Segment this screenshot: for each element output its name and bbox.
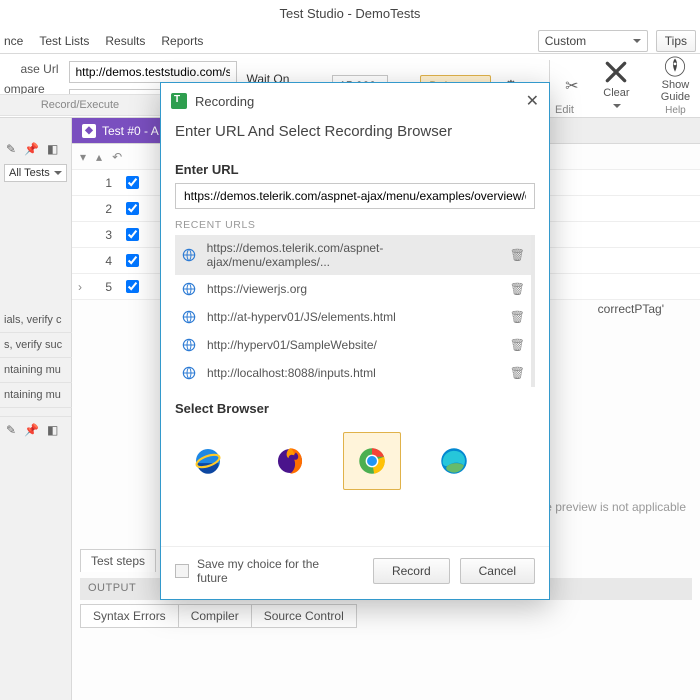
base-url-label: ase Url <box>20 62 58 76</box>
tab-test-steps[interactable]: Test steps <box>80 549 156 572</box>
record-button[interactable]: Record <box>373 558 450 584</box>
globe-icon <box>181 309 197 325</box>
pencil-icon[interactable]: ✎ <box>6 142 16 156</box>
trash-icon[interactable]: 🗑 <box>510 248 525 262</box>
firefox-icon <box>273 444 307 478</box>
test-results-list: ials, verify c s, verify suc ntaining mu… <box>0 308 72 408</box>
trash-icon[interactable]: 🗑 <box>510 310 525 324</box>
tips-button[interactable]: Tips <box>656 30 696 52</box>
record-execute-header: Record/Execute <box>0 94 160 116</box>
close-icon[interactable]: ✕ <box>526 91 539 111</box>
globe-icon <box>181 247 197 263</box>
step-enabled-checkbox[interactable] <box>126 228 139 241</box>
list-item[interactable]: ntaining mu <box>0 383 72 408</box>
pencil-icon[interactable]: ✎ <box>6 423 16 437</box>
layout-combo[interactable]: Custom <box>538 30 648 52</box>
list-item[interactable]: ials, verify c <box>0 308 72 333</box>
expand-icon[interactable]: ▴ <box>96 150 102 164</box>
globe-icon <box>181 365 197 381</box>
recent-url-item[interactable]: https://viewerjs.org 🗑 <box>175 275 531 303</box>
globe-icon <box>181 337 197 353</box>
menu-bar: nce Test Lists Results Reports Custom Ti… <box>0 28 700 54</box>
base-url-input[interactable] <box>69 61 237 83</box>
step-enabled-checkbox[interactable] <box>126 280 139 293</box>
trash-icon[interactable]: 🗑 <box>510 366 525 380</box>
step-enabled-checkbox[interactable] <box>126 254 139 267</box>
left-rail: ✎ 📌 ◧ All Tests ✎ 📌 ◧ <box>0 118 72 700</box>
trash-icon[interactable]: 🗑 <box>510 282 525 296</box>
select-browser-label: Select Browser <box>175 401 535 416</box>
browser-edge[interactable] <box>425 432 483 490</box>
cancel-button[interactable]: Cancel <box>460 558 535 584</box>
undo-icon[interactable]: ↶ <box>112 150 122 164</box>
cut-icon[interactable] <box>562 75 582 97</box>
pin-icon[interactable]: 📌 <box>24 423 39 437</box>
clear-button[interactable]: Clear <box>592 56 641 116</box>
menu-item[interactable]: nce <box>4 34 23 48</box>
browser-choices <box>175 422 535 510</box>
status-tabs: Syntax Errors Compiler Source Control <box>80 604 356 628</box>
chrome-icon <box>355 444 389 478</box>
edge-icon <box>437 444 471 478</box>
save-choice-checkbox[interactable]: Save my choice for the future <box>175 557 353 585</box>
clear-icon <box>603 59 629 85</box>
window-title: Test Studio - DemoTests <box>0 0 700 28</box>
app-icon <box>171 93 187 109</box>
trash-icon[interactable]: 🗑 <box>510 338 525 352</box>
browser-chrome[interactable] <box>343 432 401 490</box>
recent-url-item[interactable]: https://demos.telerik.com/aspnet-ajax/me… <box>175 235 531 275</box>
list-item[interactable]: s, verify suc <box>0 333 72 358</box>
collapse-icon[interactable]: ▾ <box>80 150 86 164</box>
enter-url-label: Enter URL <box>175 162 535 177</box>
recent-url-item[interactable]: http://localhost:8088/inputs.html 🗑 <box>175 359 531 387</box>
panel-icon[interactable]: ◧ <box>47 142 58 156</box>
checkbox-icon <box>175 564 189 578</box>
preview-na-text: e preview is not applicable <box>545 500 686 514</box>
url-input[interactable] <box>175 183 535 209</box>
menu-item[interactable]: Results <box>105 34 145 48</box>
panel-icon[interactable]: ◧ <box>47 423 58 437</box>
menu-item[interactable]: Reports <box>161 34 203 48</box>
tab-syntax-errors[interactable]: Syntax Errors <box>80 604 179 628</box>
step-detail-text: correctPTag' <box>598 302 664 316</box>
rocket-icon <box>662 56 688 77</box>
vs-icon: ◆ <box>82 124 96 138</box>
tab-compiler[interactable]: Compiler <box>178 604 252 628</box>
recording-dialog: Recording ✕ Enter URL And Select Recordi… <box>160 82 550 600</box>
step-enabled-checkbox[interactable] <box>126 202 139 215</box>
browser-ie[interactable] <box>179 432 237 490</box>
browser-firefox[interactable] <box>261 432 319 490</box>
recent-urls-header: RECENT URLS <box>175 219 535 231</box>
tab-source-control[interactable]: Source Control <box>251 604 357 628</box>
step-enabled-checkbox[interactable] <box>126 176 139 189</box>
dialog-subtitle: Enter URL And Select Recording Browser <box>161 119 549 150</box>
edit-group-label: Edit <box>555 104 574 116</box>
recent-urls-list: https://demos.telerik.com/aspnet-ajax/me… <box>175 235 535 387</box>
ie-icon <box>191 444 225 478</box>
pin-icon[interactable]: 📌 <box>24 142 39 156</box>
menu-item[interactable]: Test Lists <box>39 34 89 48</box>
list-item[interactable]: ntaining mu <box>0 358 72 383</box>
dialog-title: Recording <box>195 94 254 109</box>
globe-icon <box>181 281 197 297</box>
recent-url-item[interactable]: http://at-hyperv01/JS/elements.html 🗑 <box>175 303 531 331</box>
show-guide-button[interactable]: Show Guide Help <box>651 56 700 116</box>
tests-filter-combo[interactable]: All Tests <box>4 164 67 182</box>
recent-url-item[interactable]: http://hyperv01/SampleWebsite/ 🗑 <box>175 331 531 359</box>
